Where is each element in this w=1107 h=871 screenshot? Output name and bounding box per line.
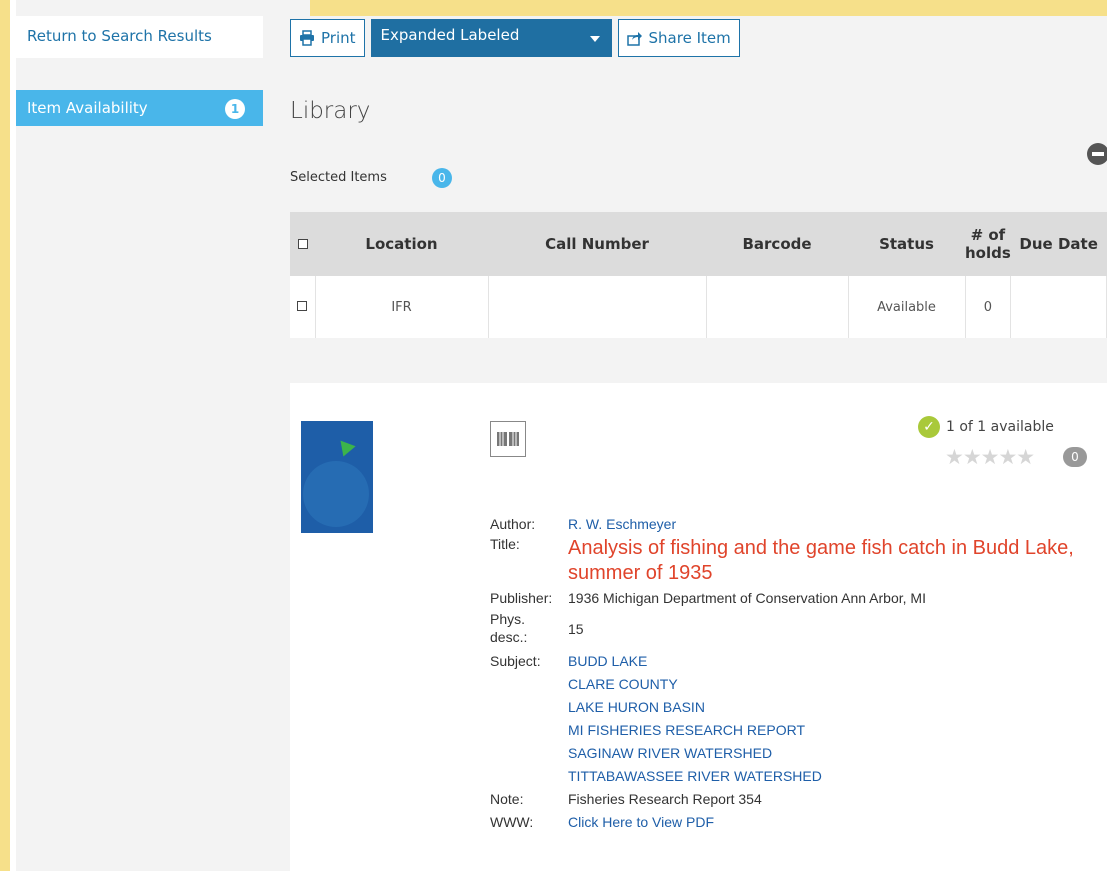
select-all-checkbox[interactable] (297, 239, 308, 249)
cell-barcode (706, 276, 849, 338)
chevron-down-icon (589, 36, 600, 42)
select-all-header (290, 212, 315, 276)
field-note: Note: Fisheries Research Report 354 (490, 788, 1100, 811)
table-row: IFR Available 0 (290, 276, 1107, 338)
col-barcode[interactable]: Barcode (706, 212, 848, 276)
selected-items-label: Selected Items (290, 170, 387, 185)
record-title: Analysis of fishing and the game fish ca… (568, 537, 1074, 584)
availability-count-badge: 1 (225, 99, 245, 119)
selected-items-count-badge: 0 (432, 168, 452, 188)
subject-label: Subject: (490, 653, 541, 669)
sidebar-item-availability[interactable]: Item Availability 1 (16, 90, 263, 126)
star-rating[interactable]: ★★★★★ (945, 445, 1035, 469)
share-icon (626, 32, 642, 46)
field-author: Author: R. W. Eschmeyer (490, 516, 1100, 532)
field-subject: Subject: BUDD LAKE CLARE COUNTY LAKE HUR… (490, 650, 1100, 788)
col-status[interactable]: Status (848, 212, 965, 276)
row-checkbox[interactable] (297, 300, 308, 311)
subject-link[interactable]: SAGINAW RIVER WATERSHED (568, 742, 1100, 765)
phys-desc-value: 15 (568, 621, 584, 637)
publisher-label: Publisher: (490, 590, 553, 606)
frame-top-border (310, 0, 1107, 16)
check-circle-icon: ✓ (918, 416, 940, 438)
subject-link[interactable]: LAKE HURON BASIN (568, 696, 1100, 719)
col-call-number[interactable]: Call Number (488, 212, 706, 276)
arrow-graphic (334, 435, 356, 457)
note-label: Note: (490, 791, 524, 807)
print-label: Print (321, 29, 356, 47)
availability-text: 1 of 1 available (946, 419, 1054, 435)
print-button[interactable]: Print (290, 19, 365, 57)
title-label: Title: (490, 536, 520, 552)
record-toolbar: Print Expanded Labeled Share Item (290, 19, 740, 59)
review-count-bubble-icon[interactable]: 0 (1063, 447, 1087, 467)
www-label: WWW: (490, 814, 534, 830)
cell-call-number (488, 276, 707, 338)
frame-inner-strip (10, 0, 16, 871)
holdings-table: Location Call Number Barcode Status # of… (290, 212, 1107, 338)
globe-graphic (303, 461, 369, 527)
col-holds[interactable]: # of holds (965, 212, 1011, 276)
author-link[interactable]: R. W. Eschmeyer (568, 516, 1100, 532)
collapse-minus-icon[interactable] (1087, 143, 1107, 165)
cell-status: Available (848, 276, 966, 338)
view-format-value: Expanded Labeled (380, 26, 520, 44)
sidebar: Return to Search Results Item Availabili… (16, 16, 263, 126)
phys-desc-label: Phys. desc.: (490, 611, 528, 645)
note-value: Fisheries Research Report 354 (568, 791, 762, 807)
field-phys-desc: Phys. desc.: 15 (490, 610, 1100, 646)
field-title: Title: Analysis of fishing and the game … (490, 536, 1100, 586)
subject-link[interactable]: MI FISHERIES RESEARCH REPORT (568, 719, 1100, 742)
book-format-icon (490, 421, 526, 457)
record-detail-panel: ✓ 1 of 1 available ★★★★★ 0 Author: R. W.… (290, 383, 1107, 871)
record-fields: Author: R. W. Eschmeyer Title: Analysis … (490, 516, 1100, 834)
cell-location: IFR (315, 276, 489, 338)
view-pdf-link[interactable]: Click Here to View PDF (568, 811, 1100, 834)
row-select-cell (290, 276, 316, 338)
field-publisher: Publisher: 1936 Michigan Department of C… (490, 590, 1100, 606)
printer-icon (300, 30, 314, 46)
publisher-value: 1936 Michigan Department of Conservation… (568, 590, 926, 606)
share-label: Share Item (648, 29, 731, 47)
open-book-icon (497, 432, 519, 446)
sidebar-item-label: Item Availability (27, 99, 148, 117)
share-item-button[interactable]: Share Item (617, 19, 740, 57)
frame-left-border (0, 0, 10, 871)
availability-summary: ✓ 1 of 1 available (918, 416, 1054, 438)
col-location[interactable]: Location (315, 212, 488, 276)
author-label: Author: (490, 516, 536, 532)
cell-holds: 0 (965, 276, 1012, 338)
col-due-date[interactable]: Due Date (1010, 212, 1107, 276)
field-www: WWW: Click Here to View PDF (490, 811, 1100, 834)
library-heading: Library (290, 98, 371, 124)
table-header-row: Location Call Number Barcode Status # of… (290, 212, 1107, 276)
view-format-select[interactable]: Expanded Labeled (370, 19, 612, 57)
subject-link[interactable]: CLARE COUNTY (568, 673, 1100, 696)
return-to-search-results-link[interactable]: Return to Search Results (16, 16, 263, 58)
subject-list: BUDD LAKE CLARE COUNTY LAKE HURON BASIN … (568, 650, 1100, 788)
subject-link[interactable]: BUDD LAKE (568, 650, 1100, 673)
book-cover-image[interactable] (301, 421, 373, 533)
cell-due-date (1010, 276, 1107, 338)
subject-link[interactable]: TITTABAWASSEE RIVER WATERSHED (568, 765, 1100, 788)
